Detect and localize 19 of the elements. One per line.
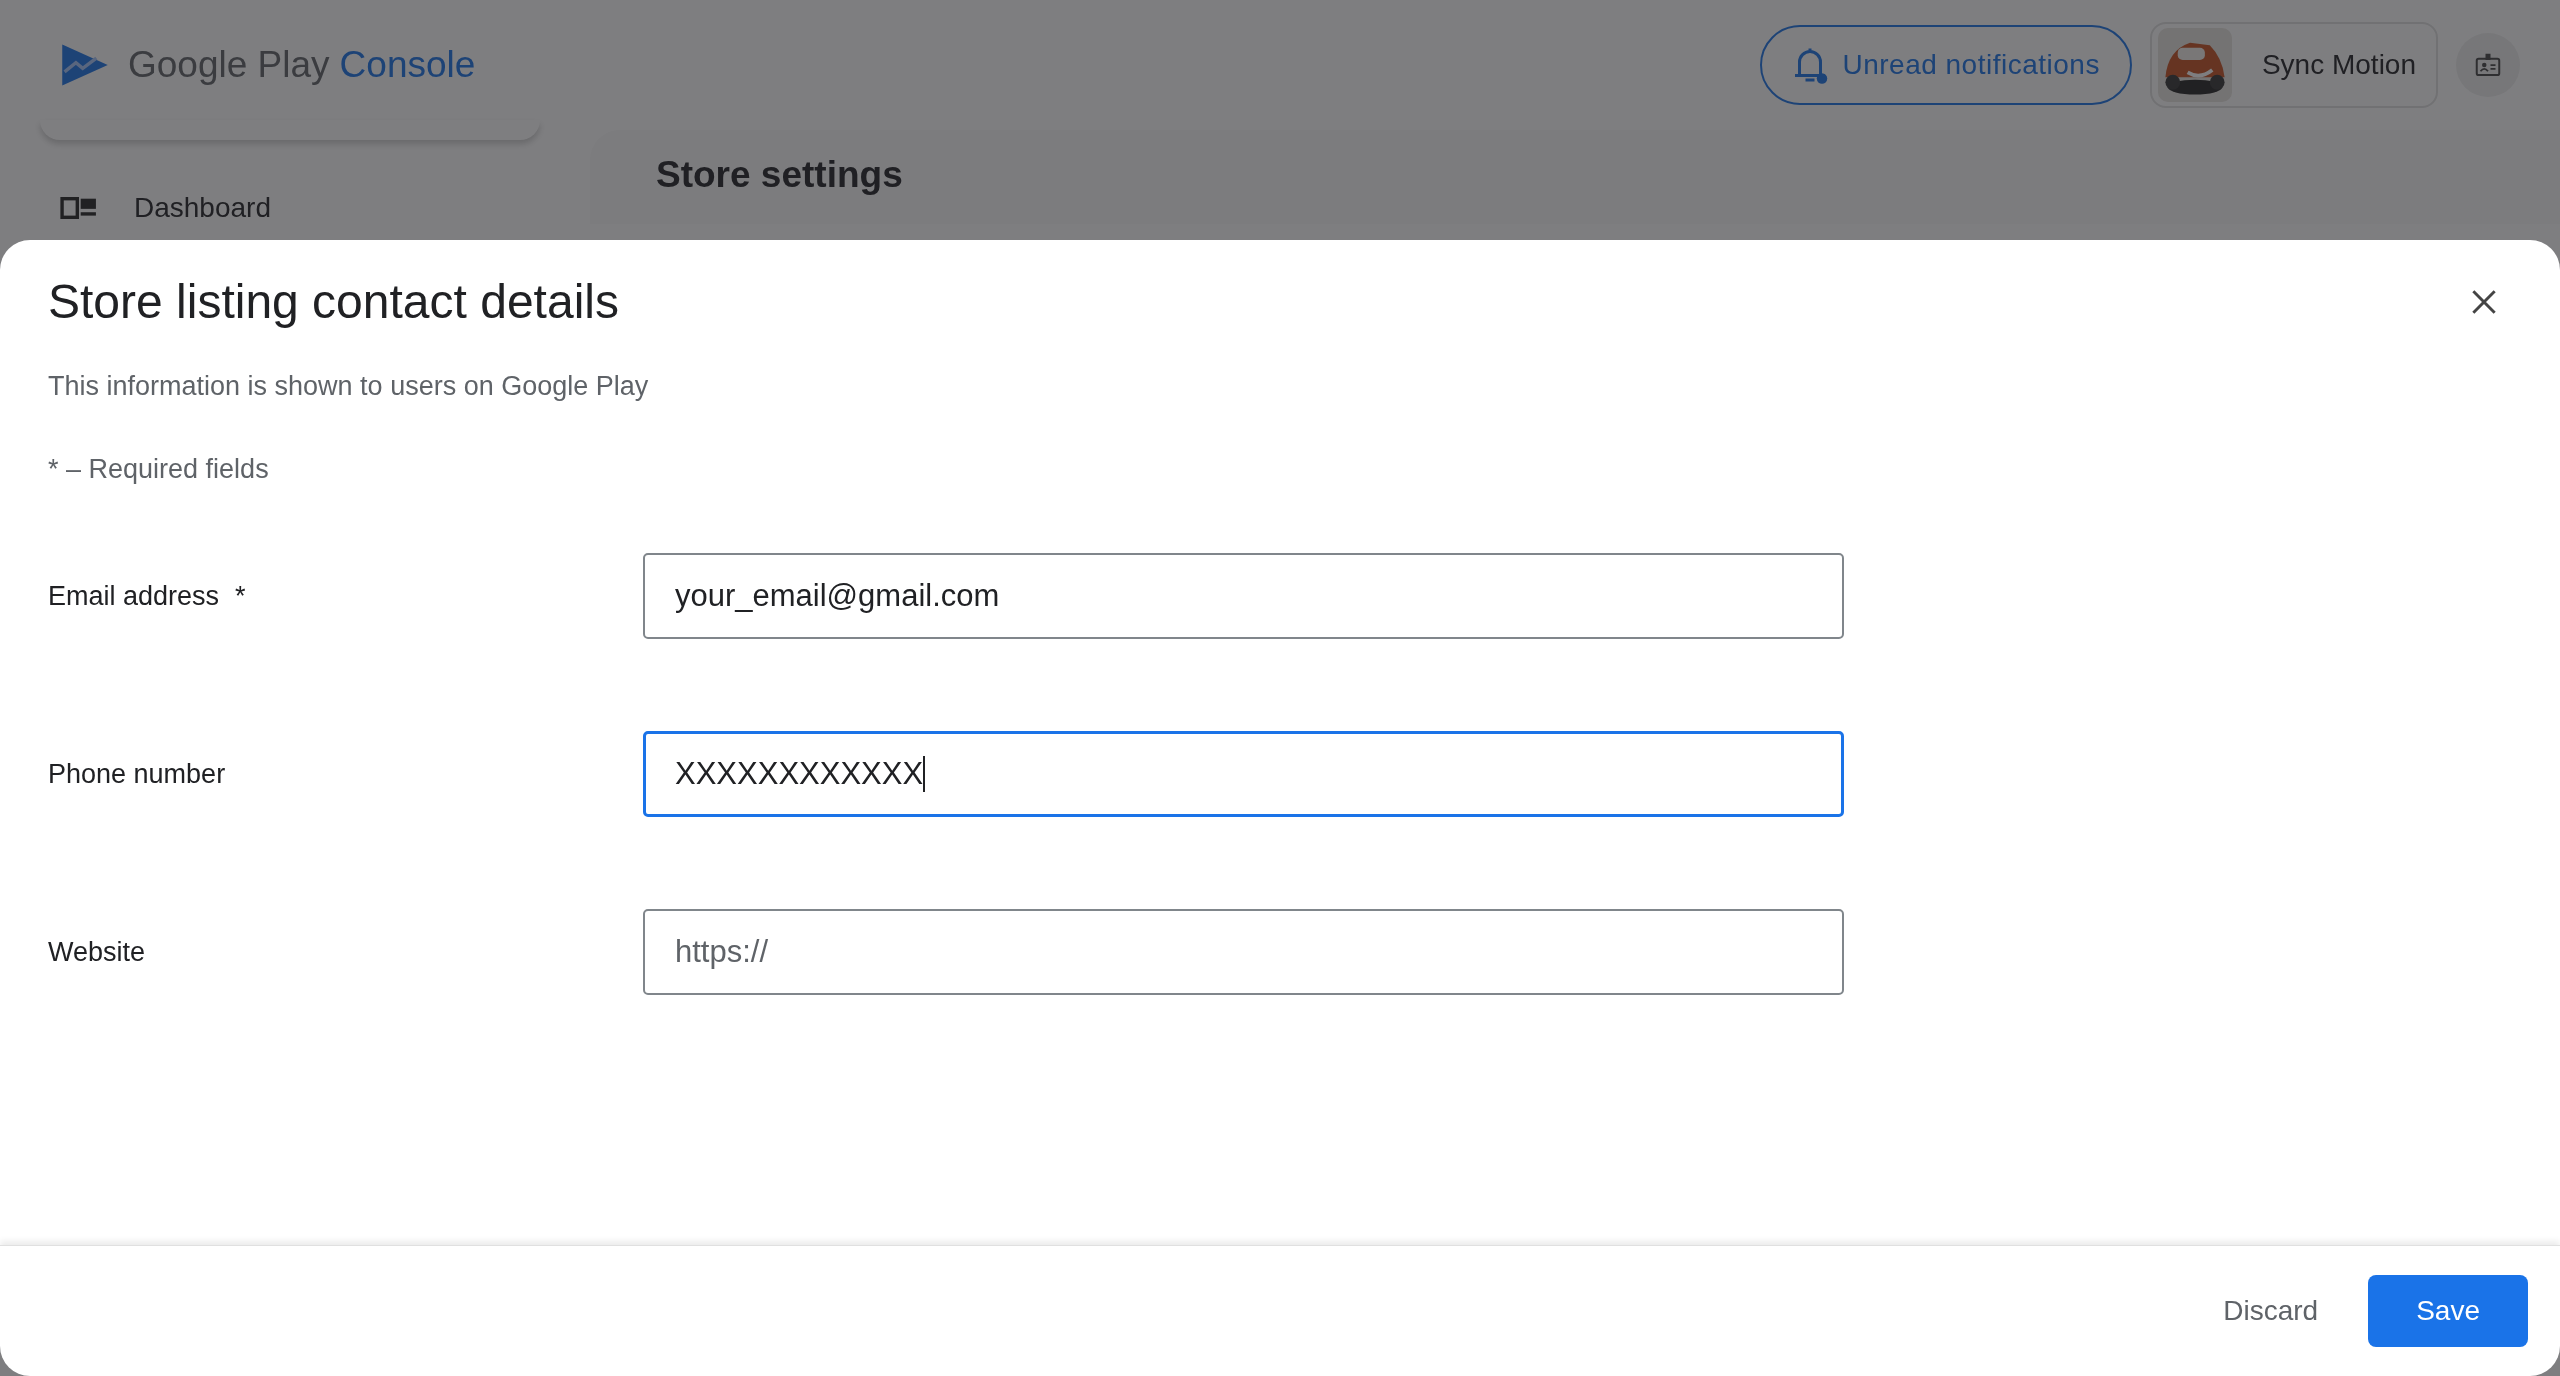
input-field[interactable]: XXXXXXXXXXXX [643, 731, 1844, 817]
required-note: * – Required fields [48, 454, 269, 485]
required-mark: * [235, 580, 246, 612]
dialog-title: Store listing contact details [48, 274, 619, 329]
account-chip[interactable]: Sync Motion [2149, 22, 2438, 108]
logo-product-text: Console [339, 44, 476, 86]
play-console-logo-icon [60, 42, 110, 88]
save-button[interactable]: Save [2368, 1275, 2528, 1347]
discard-button[interactable]: Discard [2203, 1275, 2339, 1347]
input-field[interactable]: your_email@gmail.com [643, 553, 1844, 639]
dialog-subtitle: This information is shown to users on Google Play [48, 371, 649, 402]
input-field[interactable]: https:// [643, 909, 1844, 995]
dashboard-icon [60, 197, 98, 219]
sidebar-item[interactable]: Dashboard [0, 140, 540, 224]
field-label: Website [48, 936, 146, 968]
page-title: Store settings [656, 154, 903, 195]
logo-brand-text: Google Play [128, 44, 330, 86]
field-label: Email address [48, 580, 220, 612]
field-label: Phone number [48, 758, 226, 790]
